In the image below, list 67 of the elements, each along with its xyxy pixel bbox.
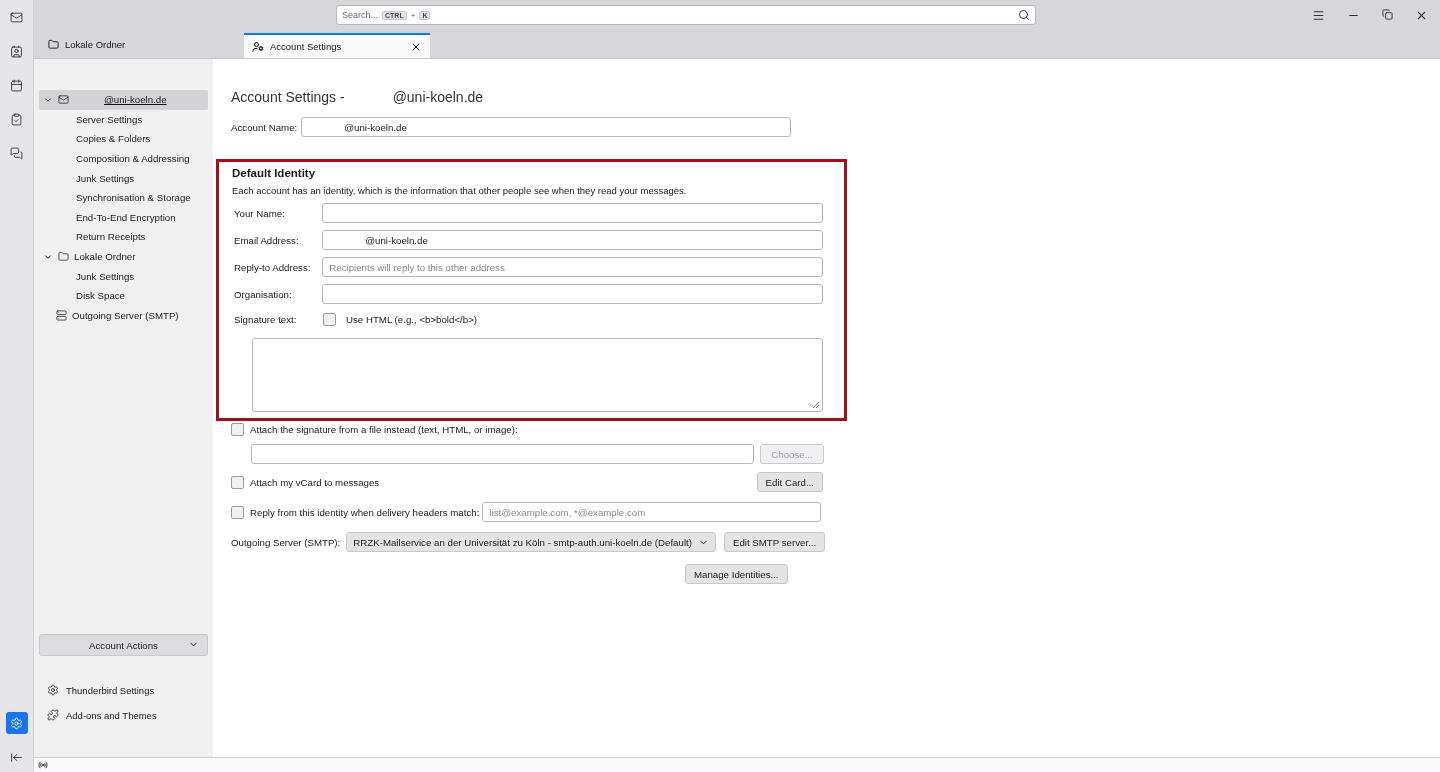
- sidebar-item[interactable]: @uni-koeln.de: [39, 90, 208, 110]
- checkbox[interactable]: [231, 505, 244, 519]
- edit-smtp-button[interactable]: Edit SMTP server...: [723, 532, 826, 552]
- sidebar-item[interactable]: Return Receipts: [39, 227, 208, 247]
- folder-icon: [48, 39, 59, 50]
- activity-icon[interactable]: [38, 760, 48, 770]
- input-field[interactable]: [251, 444, 754, 464]
- page-title: Account Settings -: [231, 89, 345, 105]
- manage-identities-button[interactable]: Manage Identities...: [685, 564, 788, 584]
- menu-icon[interactable]: [1312, 9, 1325, 22]
- section-description: Each account has an identity, which is the information that other people see when they read your messages.: [232, 185, 688, 196]
- tab[interactable]: Account Settings: [244, 33, 430, 58]
- input-field[interactable]: Recipients will reply to this other address: [322, 257, 823, 277]
- checkbox-label: Attach my vCard to messages: [250, 476, 380, 488]
- input-field[interactable]: [322, 203, 823, 223]
- sidebar-item[interactable]: Synchronisation & Storage: [39, 187, 208, 208]
- field-label: Organisation:: [233, 288, 293, 300]
- footer-link[interactable]: Thunderbird Settings: [47, 684, 200, 696]
- sidebar-item[interactable]: Composition & Addressing: [39, 148, 208, 169]
- sidebar-item[interactable]: Disk Space: [39, 285, 208, 306]
- field-label: Outgoing Server (SMTP):: [231, 536, 341, 548]
- edit-card-button[interactable]: Edit Card...: [756, 472, 823, 492]
- checkbox-label: Use HTML (e.g., <b>bold</b>): [346, 314, 478, 325]
- sidebar-item[interactable]: Junk Settings: [39, 168, 208, 188]
- item-label: Outgoing Server (SMTP): [72, 309, 179, 321]
- sidebar-item[interactable]: Outgoing Server (SMTP): [39, 305, 208, 326]
- field-label: Account Name:: [231, 121, 298, 133]
- sidebar-item[interactable]: Junk Settings: [39, 266, 208, 286]
- link-label: Thunderbird Settings: [66, 684, 155, 696]
- checkbox-label: Reply from this identity when delivery headers match:: [250, 506, 480, 518]
- input-field[interactable]: list@example.com, *@example.com: [482, 502, 822, 522]
- checkbox[interactable]: [323, 313, 336, 326]
- input-field[interactable]: @uni-koeln.de: [322, 230, 823, 250]
- sidebar-item[interactable]: Copies & Folders: [39, 129, 208, 149]
- checkbox[interactable]: [231, 475, 244, 489]
- account-settings-icon: [252, 40, 264, 53]
- field-label: Signature text:: [233, 314, 298, 325]
- field-label: Reply-to Address:: [233, 261, 312, 273]
- sidebar-item[interactable]: Server Settings: [39, 109, 208, 130]
- puzzle-icon: [47, 709, 59, 721]
- settings-icon: [47, 684, 59, 696]
- search-icon[interactable]: [1018, 9, 1030, 21]
- plus-sign: +: [410, 10, 416, 20]
- section-heading: Default Identity: [232, 167, 317, 179]
- resize-grip-icon[interactable]: [811, 400, 820, 409]
- field-label: Your Name:: [233, 207, 286, 219]
- mail-icon: [58, 94, 69, 106]
- input-field[interactable]: [322, 284, 823, 304]
- input-field[interactable]: @uni-koeln.de: [301, 117, 792, 137]
- tab[interactable]: Lokale Ordner: [40, 31, 230, 58]
- folder-icon: [58, 251, 69, 263]
- close-icon[interactable]: [1415, 9, 1428, 22]
- settings-icon[interactable]: [5, 712, 28, 734]
- restore-icon[interactable]: [1382, 9, 1393, 22]
- smtp-server-dropdown[interactable]: RRZK-Mailservice an der Universität zu Köln - smtp-auth.uni-koeln.de (Default): [346, 532, 716, 552]
- sidebar-item[interactable]: Lokale Ordner: [39, 246, 208, 267]
- checkbox[interactable]: [231, 423, 244, 436]
- account-actions-button[interactable]: Account Actions: [39, 634, 208, 656]
- field-label: Email Address:: [233, 234, 300, 246]
- checkbox-label: Attach the signature from a file instead (text, HTML, or image):: [250, 424, 518, 435]
- footer-link[interactable]: Add-ons and Themes: [47, 709, 200, 721]
- account-address: @uni-koeln.de: [104, 94, 167, 106]
- title-address: @uni-koeln.de: [392, 89, 484, 105]
- link-label: Add-ons and Themes: [66, 709, 157, 721]
- server-icon: [56, 309, 67, 321]
- sidebar-item[interactable]: End-To-End Encryption: [39, 207, 208, 228]
- item-label: Lokale Ordner: [74, 251, 136, 263]
